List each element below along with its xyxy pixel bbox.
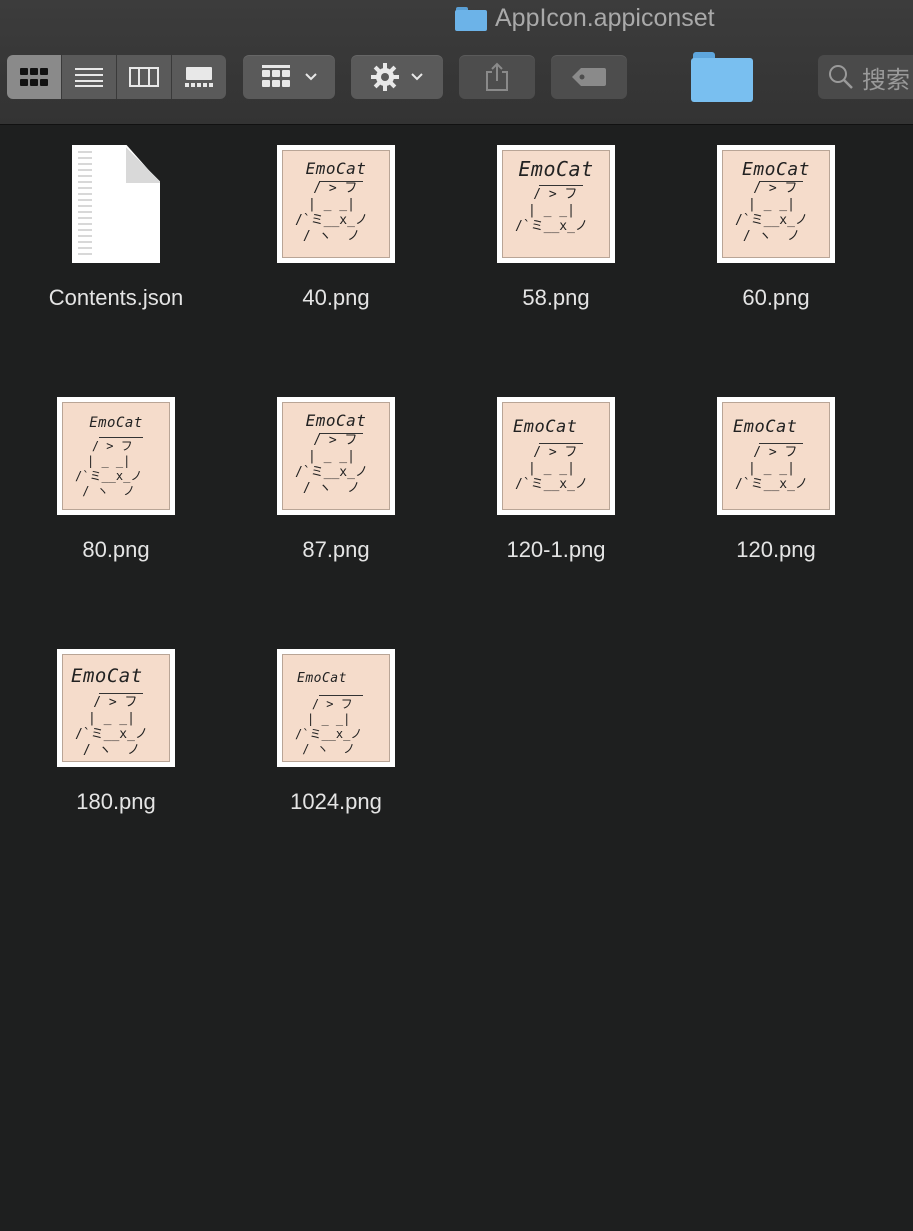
share-icon bbox=[484, 62, 510, 92]
image-thumbnail: EmoCat / > フ | _ _| /`ミ__x_ノ / ヽ ノ bbox=[277, 145, 395, 263]
list-icon bbox=[75, 67, 103, 87]
group-grid-icon bbox=[260, 65, 292, 89]
file-item[interactable]: EmoCat / > フ | _ _| /`ミ__x_ノ / ヽ ノ 60.pn… bbox=[676, 145, 876, 311]
thumbnail-art: / > フ | _ _| /`ミ__x_ノ / ヽ ノ bbox=[295, 433, 368, 496]
thumbnail-art: / > フ | _ _| /`ミ__x_ノ / ヽ ノ bbox=[295, 697, 363, 756]
file-item[interactable]: EmoCat / > フ | _ _| /`ミ__x_ノ 120.png bbox=[676, 397, 876, 563]
thumbnail-brand: EmoCat bbox=[518, 157, 594, 181]
file-item[interactable]: EmoCat / > フ | _ _| /`ミ__x_ノ / ヽ ノ 87.pn… bbox=[236, 397, 436, 563]
thumbnail-art: / > フ | _ _| /`ミ__x_ノ bbox=[515, 187, 588, 234]
window-title: AppIcon.appiconset bbox=[455, 4, 715, 33]
file-item[interactable]: EmoCat / > フ | _ _| /`ミ__x_ノ 120-1.png bbox=[456, 397, 656, 563]
file-name: 58.png bbox=[522, 285, 590, 310]
thumbnail-brand: EmoCat bbox=[297, 671, 347, 686]
image-thumbnail: EmoCat / > フ | _ _| /`ミ__x_ノ / ヽ ノ bbox=[717, 145, 835, 263]
file-item[interactable]: EmoCat / > フ | _ _| /`ミ__x_ノ / ヽ ノ 80.pn… bbox=[16, 397, 216, 563]
thumbnail-brand: EmoCat bbox=[71, 665, 143, 687]
gear-icon bbox=[370, 62, 400, 92]
list-view-button[interactable] bbox=[62, 55, 117, 99]
thumbnail-brand: EmoCat bbox=[733, 417, 798, 437]
grid-icon bbox=[19, 67, 49, 87]
thumbnail-brand: EmoCat bbox=[741, 159, 811, 180]
folder-icon bbox=[455, 6, 487, 32]
thumbnail-art: / > フ | _ _| /`ミ__x_ノ bbox=[515, 445, 588, 492]
image-thumbnail: EmoCat / > フ | _ _| /`ミ__x_ノ bbox=[497, 145, 615, 263]
toolbar: AppIcon.appiconset 搜索 bbox=[0, 0, 913, 125]
action-menu-button[interactable] bbox=[351, 55, 443, 99]
chevron-down-icon bbox=[304, 72, 318, 82]
search-icon bbox=[828, 64, 854, 90]
file-name: 120-1.png bbox=[506, 537, 606, 562]
search-field[interactable]: 搜索 bbox=[818, 55, 913, 99]
search-placeholder: 搜索 bbox=[862, 66, 910, 94]
thumbnail-brand: EmoCat bbox=[513, 417, 578, 437]
gallery-icon bbox=[184, 66, 214, 88]
thumbnail-brand: EmoCat bbox=[89, 415, 143, 431]
image-thumbnail: EmoCat / > フ | _ _| /`ミ__x_ノ bbox=[717, 397, 835, 515]
file-item[interactable]: EmoCat / > フ | _ _| /`ミ__x_ノ 58.png bbox=[456, 145, 656, 311]
file-name: 80.png bbox=[82, 537, 150, 562]
file-name: 60.png bbox=[742, 285, 810, 310]
image-thumbnail: EmoCat / > フ | _ _| /`ミ__x_ノ / ヽ ノ bbox=[57, 649, 175, 767]
image-thumbnail: EmoCat / > フ | _ _| /`ミ__x_ノ / ヽ ノ bbox=[57, 397, 175, 515]
file-name: 180.png bbox=[76, 789, 156, 814]
tags-button[interactable] bbox=[551, 55, 627, 99]
image-thumbnail: EmoCat / > フ | _ _| /`ミ__x_ノ bbox=[497, 397, 615, 515]
file-name: 1024.png bbox=[290, 789, 382, 814]
gallery-view-button[interactable] bbox=[172, 55, 226, 99]
thumbnail-art: / > フ | _ _| /`ミ__x_ノ / ヽ ノ bbox=[75, 439, 143, 498]
chevron-down-icon bbox=[410, 72, 424, 82]
window-title-text: AppIcon.appiconset bbox=[495, 4, 715, 32]
folder-icon[interactable] bbox=[691, 52, 753, 102]
thumbnail-art: / > フ | _ _| /`ミ__x_ノ bbox=[735, 445, 808, 492]
file-grid: Contents.json EmoCat / > フ | _ _| /`ミ__x… bbox=[0, 125, 913, 1231]
json-file-icon bbox=[72, 145, 160, 263]
file-item[interactable]: EmoCat / > フ | _ _| /`ミ__x_ノ / ヽ ノ 40.pn… bbox=[236, 145, 436, 311]
thumbnail-brand: EmoCat bbox=[305, 159, 367, 178]
file-name: 40.png bbox=[302, 285, 370, 310]
thumbnail-art: / > フ | _ _| /`ミ__x_ノ / ヽ ノ bbox=[735, 181, 808, 244]
share-button[interactable] bbox=[459, 55, 535, 99]
file-item[interactable]: Contents.json bbox=[16, 145, 216, 311]
file-name: Contents.json bbox=[48, 285, 184, 310]
file-name: 87.png bbox=[302, 537, 370, 562]
column-view-button[interactable] bbox=[117, 55, 172, 99]
image-thumbnail: EmoCat / > フ | _ _| /`ミ__x_ノ / ヽ ノ bbox=[277, 649, 395, 767]
file-item[interactable]: EmoCat / > フ | _ _| /`ミ__x_ノ / ヽ ノ 1024.… bbox=[236, 649, 436, 815]
thumbnail-art: / > フ | _ _| /`ミ__x_ノ / ヽ ノ bbox=[295, 181, 368, 244]
group-by-button[interactable] bbox=[243, 55, 335, 99]
thumbnail-art: / > フ | _ _| /`ミ__x_ノ / ヽ ノ bbox=[75, 695, 148, 758]
file-name: 120.png bbox=[736, 537, 816, 562]
thumbnail-brand: EmoCat bbox=[305, 411, 367, 430]
image-thumbnail: EmoCat / > フ | _ _| /`ミ__x_ノ / ヽ ノ bbox=[277, 397, 395, 515]
columns-icon bbox=[129, 67, 159, 87]
view-mode-switcher bbox=[7, 55, 226, 99]
tag-icon bbox=[571, 67, 607, 87]
icon-view-button[interactable] bbox=[7, 55, 62, 99]
file-item[interactable]: EmoCat / > フ | _ _| /`ミ__x_ノ / ヽ ノ 180.p… bbox=[16, 649, 216, 815]
